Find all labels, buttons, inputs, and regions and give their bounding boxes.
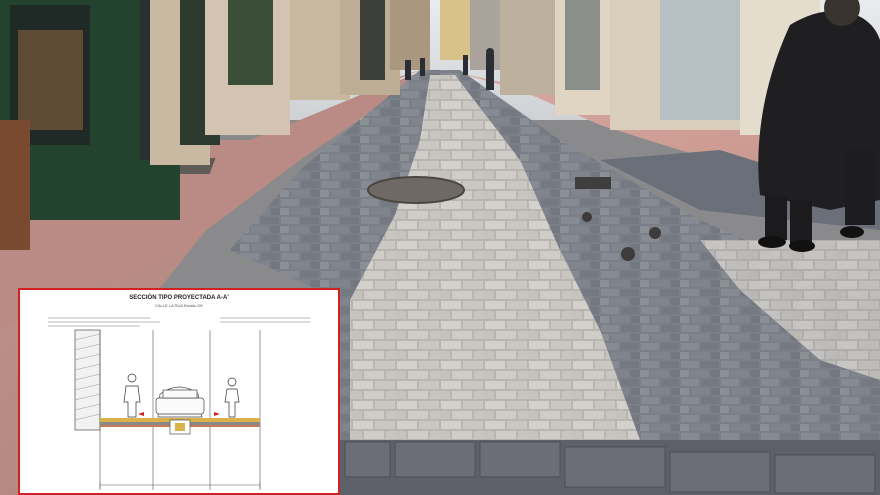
cross-section-drawing [48, 317, 310, 490]
inset-title: SECCIÓN TIPO PROYECTADA A-A' [129, 295, 229, 301]
inset-subtitle: CALLE LA RÚA Estado DE [154, 303, 204, 308]
section-drawing-inset: SECCIÓN TIPO PROYECTADA A-A' CALLE LA RÚ… [18, 288, 340, 495]
